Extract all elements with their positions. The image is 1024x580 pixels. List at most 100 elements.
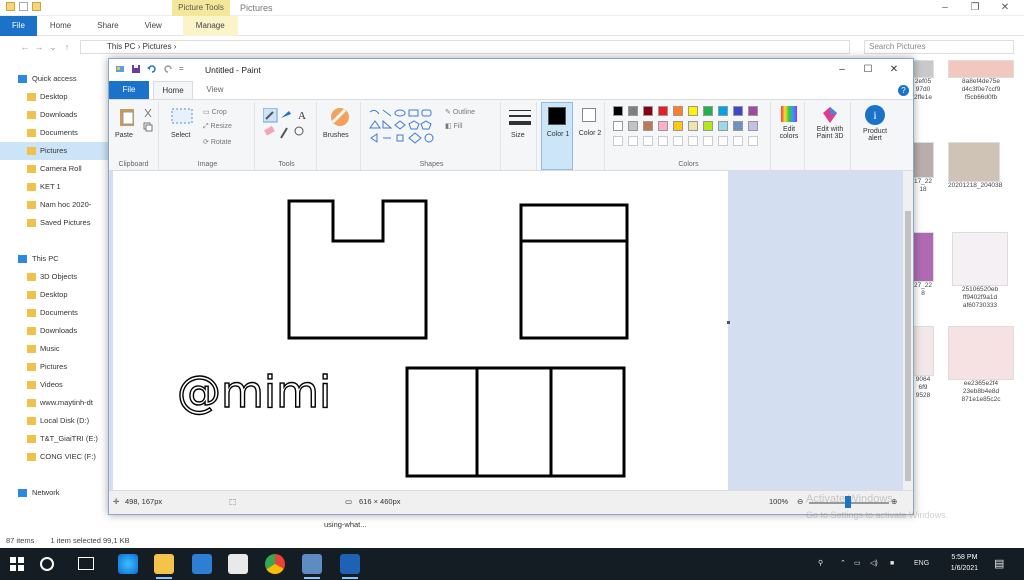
notifications-icon[interactable]: ▤ <box>994 548 1004 580</box>
palette-color-swatch[interactable] <box>688 106 698 116</box>
nav-item[interactable]: Documents <box>0 124 108 142</box>
paint-taskbar-icon[interactable] <box>302 554 322 579</box>
edit-colors-button[interactable]: Edit colors <box>773 102 805 170</box>
select-button[interactable]: Select <box>171 132 190 139</box>
fill-dropdown[interactable]: ◧ Fill <box>445 122 463 130</box>
file-thumbnail[interactable]: 8a8ef4de75e d4c3f0e7ccf9 f5cb66d0fb <box>948 60 1014 102</box>
minimize-button[interactable]: – <box>930 0 960 16</box>
store-icon[interactable] <box>228 554 248 574</box>
paint-maximize-button[interactable]: ☐ <box>855 62 881 78</box>
palette-color-swatch[interactable] <box>628 121 638 131</box>
palette-color-swatch[interactable] <box>748 121 758 131</box>
paint-close-button[interactable]: ✕ <box>881 62 907 78</box>
color-picker-icon[interactable] <box>280 127 288 139</box>
resize-button[interactable]: ⤢ Resize <box>203 123 232 131</box>
nav-item[interactable]: Camera Roll <box>0 160 108 178</box>
nav-item[interactable]: 3D Objects <box>0 268 108 286</box>
nav-item[interactable]: Desktop <box>0 286 108 304</box>
eraser-icon[interactable] <box>264 125 275 136</box>
folder-icon[interactable] <box>6 2 15 11</box>
system-clock[interactable]: 5:58 PM 1/6/2021 <box>951 552 978 574</box>
custom-color-slot[interactable] <box>688 136 698 146</box>
palette-color-swatch[interactable] <box>613 121 623 131</box>
nav-item[interactable]: Local Disk (D:) <box>0 412 108 430</box>
tab-share[interactable]: Share <box>84 16 131 36</box>
palette-color-swatch[interactable] <box>658 106 668 116</box>
new-folder-icon[interactable] <box>32 2 41 11</box>
brushes-icon[interactable] <box>329 106 351 128</box>
nav-item[interactable]: T&T_GiaiTRI (E:) <box>0 430 108 448</box>
nav-item[interactable]: Network <box>0 484 108 502</box>
tab-manage[interactable]: Manage <box>182 15 238 36</box>
nav-item[interactable]: www.maytinh-dt <box>0 394 108 412</box>
palette-color-swatch[interactable] <box>658 121 668 131</box>
undo-icon[interactable] <box>147 64 157 74</box>
palette-color-swatch[interactable] <box>703 106 713 116</box>
paint-minimize-button[interactable]: – <box>829 62 855 78</box>
volume-icon[interactable]: ◁) <box>870 548 878 580</box>
drawing-canvas[interactable]: @mimi <box>113 171 728 492</box>
people-icon[interactable]: ⚲ <box>818 548 823 580</box>
nav-item[interactable]: Documents <box>0 304 108 322</box>
magnifier-icon[interactable] <box>294 126 304 136</box>
palette-color-swatch[interactable] <box>703 121 713 131</box>
maximize-button[interactable]: ❐ <box>960 0 990 16</box>
file-explorer-icon[interactable] <box>154 554 174 579</box>
palette-color-swatch[interactable] <box>733 106 743 116</box>
paste-icon[interactable] <box>117 106 139 128</box>
tab-file[interactable]: File <box>0 15 37 36</box>
network-icon[interactable]: ▭ <box>854 548 861 580</box>
forward-arrow-icon[interactable]: → <box>32 42 46 52</box>
size-button[interactable]: Size <box>511 132 525 139</box>
nav-item[interactable]: KET 1 <box>0 178 108 196</box>
custom-color-slot[interactable] <box>673 136 683 146</box>
start-windows-icon[interactable] <box>10 557 24 571</box>
palette-color-swatch[interactable] <box>748 106 758 116</box>
paint-tab-view[interactable]: View <box>197 81 233 99</box>
zoom-out-icon[interactable]: ⊖ <box>797 497 803 506</box>
breadcrumb-this-pc[interactable]: This PC <box>107 42 135 51</box>
custom-color-slot[interactable] <box>628 136 638 146</box>
address-bar[interactable]: This PC › Pictures › <box>80 40 850 54</box>
product-alert-button[interactable]: i Product alert <box>855 102 895 170</box>
nav-item[interactable]: Nam hoc 2020- <box>0 196 108 214</box>
close-button[interactable]: ✕ <box>990 0 1020 16</box>
nav-item[interactable]: Desktop <box>0 88 108 106</box>
back-arrow-icon[interactable]: ← <box>18 42 32 52</box>
chrome-icon[interactable] <box>265 554 285 574</box>
nav-item[interactable]: CONG VIEC (F:) <box>0 448 108 466</box>
search-icon[interactable] <box>40 557 54 571</box>
custom-color-slot[interactable] <box>733 136 743 146</box>
recent-chevron-icon[interactable]: ⌄ <box>46 42 60 53</box>
antivirus-icon[interactable]: ■ <box>890 548 894 580</box>
properties-icon[interactable] <box>19 2 28 11</box>
up-arrow-icon[interactable]: ↑ <box>60 42 74 52</box>
file-thumbnail[interactable]: 25106520eb ff9402f9a1d af60730333 <box>952 232 1008 310</box>
palette-color-swatch[interactable] <box>628 106 638 116</box>
customize-qat-chevron-icon[interactable]: = <box>179 64 184 74</box>
custom-color-slot[interactable] <box>748 136 758 146</box>
custom-color-slot[interactable] <box>643 136 653 146</box>
palette-color-swatch[interactable] <box>718 121 728 131</box>
custom-color-slot[interactable] <box>658 136 668 146</box>
palette-color-swatch[interactable] <box>673 106 683 116</box>
vertical-scrollbar[interactable] <box>903 171 913 492</box>
custom-color-slot[interactable] <box>613 136 623 146</box>
nav-item[interactable]: Videos <box>0 376 108 394</box>
file-thumbnail[interactable]: 17_22 18 <box>912 142 934 194</box>
outline-dropdown[interactable]: ✎ Outline <box>445 108 475 116</box>
canvas-resize-handle[interactable] <box>727 321 730 324</box>
copy-icon[interactable] <box>143 122 153 132</box>
redo-icon[interactable] <box>163 64 173 74</box>
select-icon[interactable] <box>171 108 193 126</box>
file-thumbnail[interactable]: 20201218_204038 <box>948 142 1002 190</box>
tab-home[interactable]: Home <box>37 16 84 36</box>
palette-color-swatch[interactable] <box>613 106 623 116</box>
edit-with-paint3d-button[interactable]: Edit with Paint 3D <box>809 102 851 170</box>
tab-view[interactable]: View <box>132 16 175 36</box>
nav-item[interactable]: Music <box>0 340 108 358</box>
nav-item[interactable]: Saved Pictures <box>0 214 108 232</box>
text-tool-icon[interactable]: A <box>298 110 306 122</box>
task-view-icon[interactable] <box>78 557 94 570</box>
nav-item[interactable]: Pictures <box>0 358 108 376</box>
